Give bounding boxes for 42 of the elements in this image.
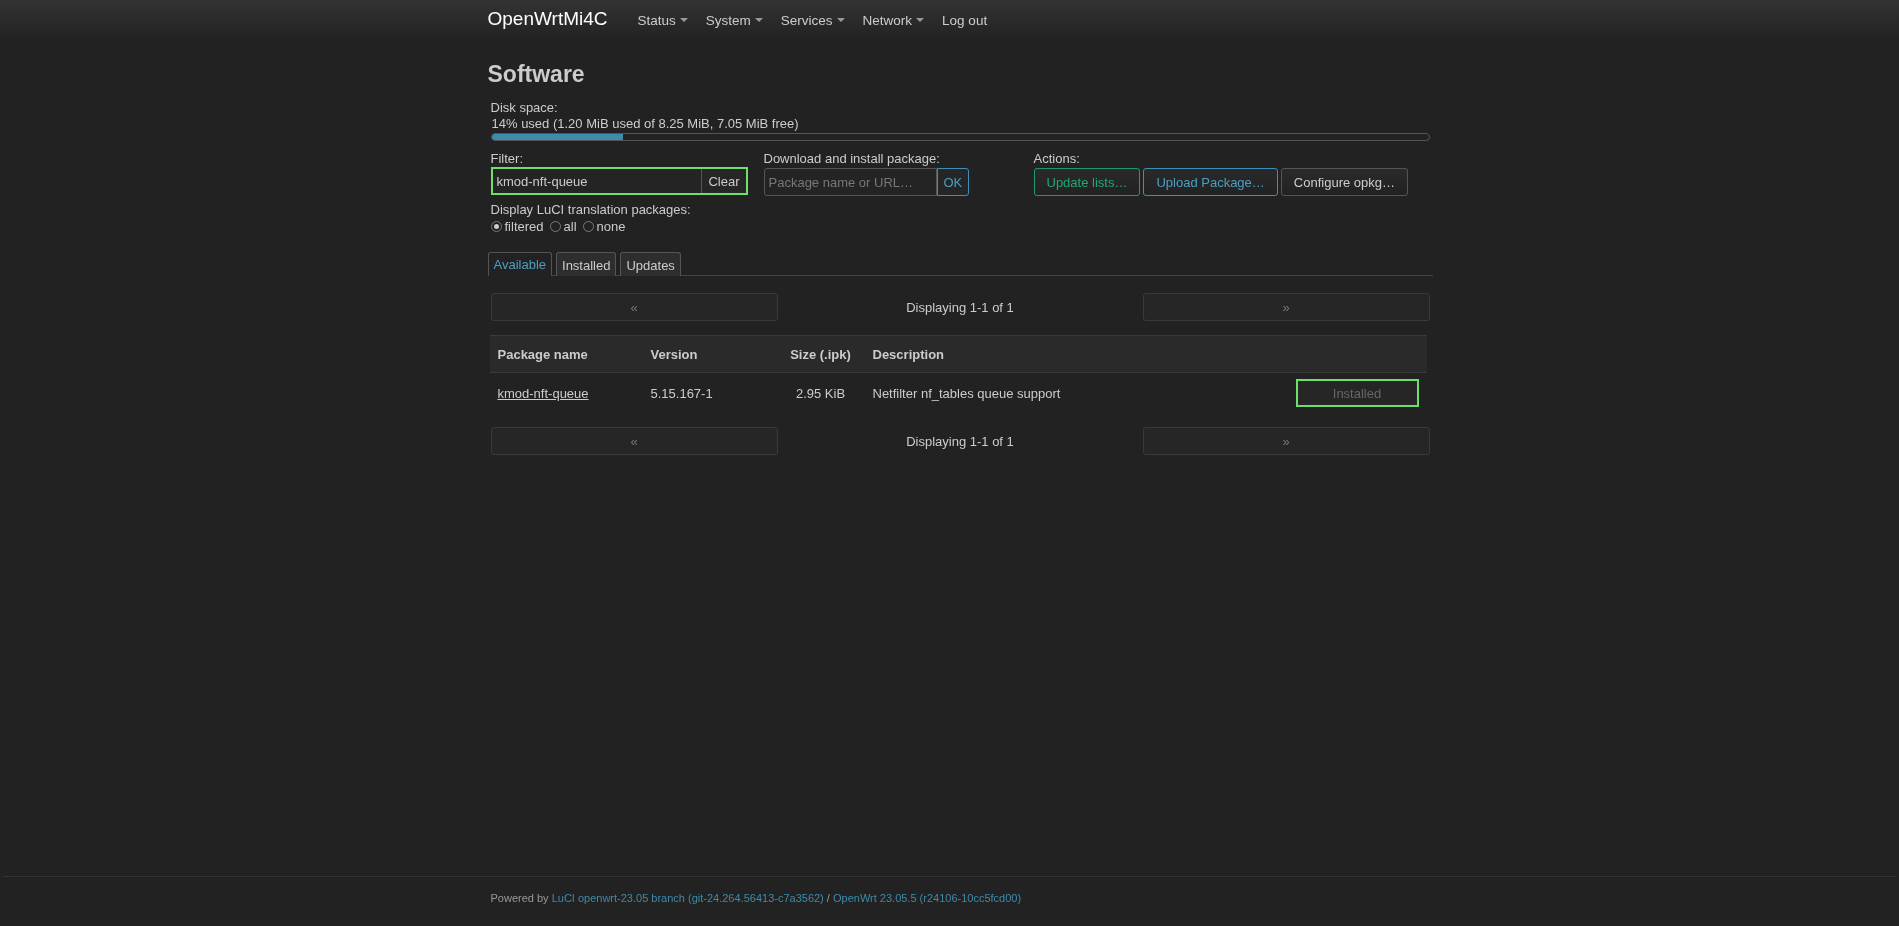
table-cell: Netfilter nf_tables queue support (864, 372, 1199, 413)
disk-usage-text: 14% used (1.20 MiB used of 8.25 MiB, 7.05 MiB free) (490, 116, 800, 132)
column-header: Size (.ipk) (776, 335, 865, 373)
nav-menu-item[interactable]: System (697, 12, 771, 28)
radio-label[interactable]: all (563, 219, 577, 234)
column-header: Package name (489, 335, 643, 373)
nav-menu-item[interactable]: Log out (934, 12, 996, 28)
caret-icon (679, 18, 688, 22)
tab[interactable]: Available (487, 252, 553, 276)
upload-package-button[interactable]: Upload Package… (1143, 168, 1278, 196)
tab[interactable]: Installed (556, 252, 617, 276)
update-lists-button[interactable]: Update lists… (1033, 168, 1141, 196)
caret-icon (836, 18, 845, 22)
tab[interactable]: Updates (620, 252, 681, 276)
table-cell: 5.15.167-1 (642, 372, 777, 413)
caret-icon (754, 18, 763, 22)
nav-menu-item[interactable]: Network (854, 12, 933, 28)
ok-button[interactable]: OK (936, 168, 970, 196)
field-label: Actions: (1033, 151, 1081, 167)
field-label: Download and install package: (763, 151, 941, 167)
brand-title[interactable]: OpenWrtMi4C (487, 8, 610, 32)
field-label: Filter: (490, 151, 524, 167)
package-link[interactable]: kmod-nft-queue (497, 385, 589, 401)
table-cell: 2.95 KiB (776, 372, 865, 413)
radio-label[interactable]: filtered (504, 219, 544, 234)
footer-link[interactable]: OpenWrt 23.05.5 (r24106-10cc5fcd00) (832, 892, 1022, 904)
nav-menu-item[interactable]: Status (629, 12, 696, 28)
configure-button[interactable]: Configure opkg… (1280, 168, 1408, 196)
radio-label[interactable]: none (596, 219, 626, 234)
page-title: Software (487, 60, 586, 88)
column-header: Description (864, 335, 1199, 373)
caret-icon (916, 18, 925, 22)
footer-text: Powered by LuCI openwrt-23.05 branch (git-24.264.56413-c7a3562) / OpenWrt 23.05.5 (r24106-10cc5fcd00) (490, 891, 1023, 904)
filter-field[interactable]: kmod-nft-queue Clear (490, 167, 748, 195)
field-label: Display LuCI translation packages: (490, 202, 692, 218)
package-url-field[interactable]: Package name or URL… (763, 168, 937, 196)
footer-link[interactable]: LuCI openwrt-23.05 branch (git-24.264.56413-c7a3562) (551, 892, 824, 904)
field-label: Disk space: (490, 100, 559, 116)
column-header: Version (642, 335, 777, 373)
pagination-status: Displaying 1-1 of 1 (905, 433, 1015, 449)
pagination-status: Displaying 1-1 of 1 (905, 299, 1015, 315)
nav-menu-item[interactable]: Services (772, 12, 853, 28)
